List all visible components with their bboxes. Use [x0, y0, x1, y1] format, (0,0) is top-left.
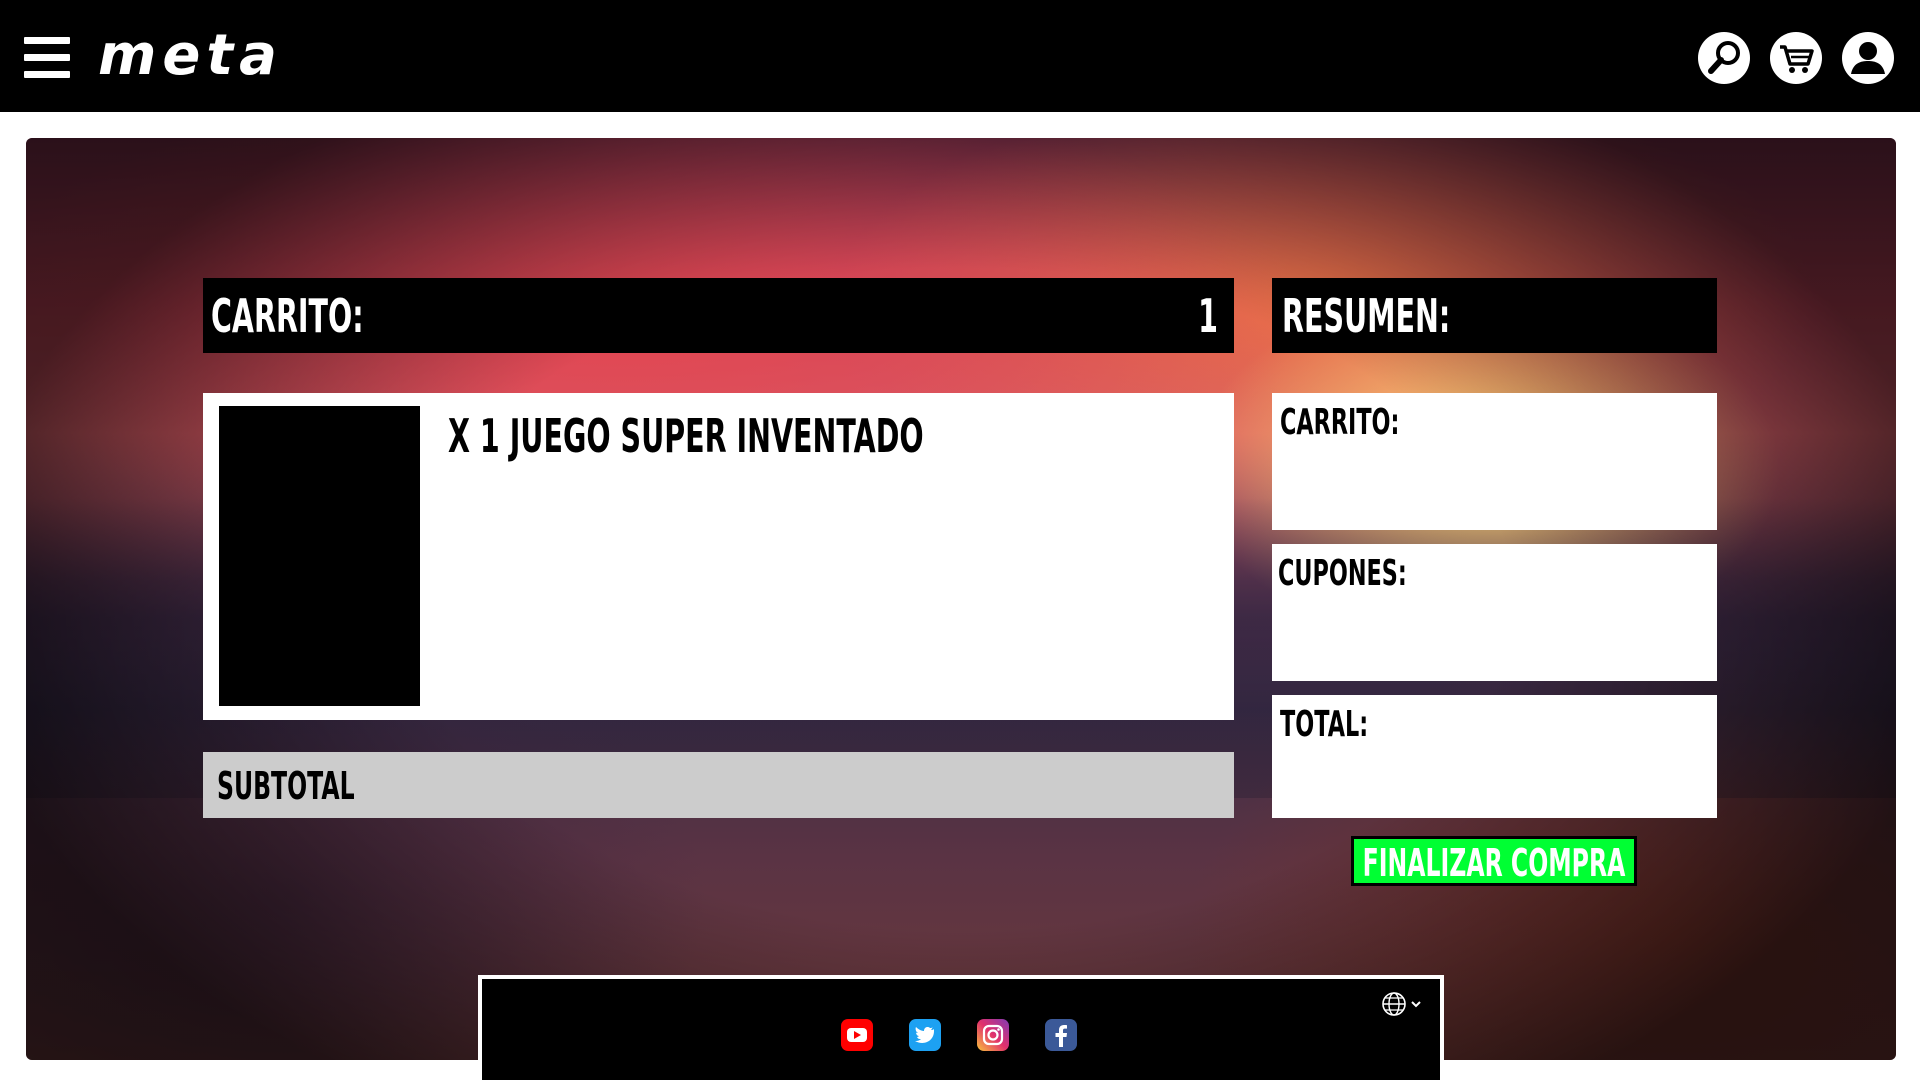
summary-header: RESUMEN: — [1272, 278, 1717, 353]
footer — [478, 975, 1444, 1080]
twitter-icon[interactable] — [909, 1019, 941, 1051]
search-icon[interactable] — [1698, 32, 1750, 84]
cart-icon[interactable] — [1770, 32, 1822, 84]
summary-coupons-label: CUPONES: — [1278, 553, 1407, 594]
checkout-button[interactable]: FINALIZAR COMPRA — [1351, 836, 1637, 886]
summary-cart-label: CARRITO: — [1280, 402, 1400, 443]
top-navbar: meta — [0, 0, 1920, 112]
menu-icon[interactable] — [24, 37, 70, 79]
checkout-button-label: FINALIZAR COMPRA — [1362, 841, 1626, 885]
instagram-icon[interactable] — [977, 1019, 1009, 1051]
cart-header: CARRITO: 1 — [203, 278, 1234, 353]
site-logo[interactable]: meta — [98, 26, 283, 86]
cart-title: CARRITO: — [211, 289, 364, 343]
summary-title: RESUMEN: — [1282, 289, 1451, 343]
summary-cart-box: CARRITO: — [1272, 393, 1717, 530]
item-name: X 1 JUEGO SUPER INVENTADO — [448, 409, 924, 463]
youtube-icon[interactable] — [841, 1019, 873, 1051]
summary-total-box: TOTAL: — [1272, 695, 1717, 818]
subtotal-bar: SUBTOTAL — [203, 752, 1234, 818]
user-icon[interactable] — [1842, 32, 1894, 84]
cart-count: 1 — [1198, 289, 1218, 343]
cart-item: X 1 JUEGO SUPER INVENTADO — [203, 393, 1234, 720]
facebook-icon[interactable] — [1045, 1019, 1077, 1051]
summary-total-label: TOTAL: — [1280, 704, 1369, 745]
globe-icon[interactable] — [1380, 989, 1426, 1019]
subtotal-label: SUBTOTAL — [217, 764, 355, 808]
item-thumbnail[interactable] — [219, 406, 420, 706]
summary-coupons-box: CUPONES: — [1272, 544, 1717, 681]
